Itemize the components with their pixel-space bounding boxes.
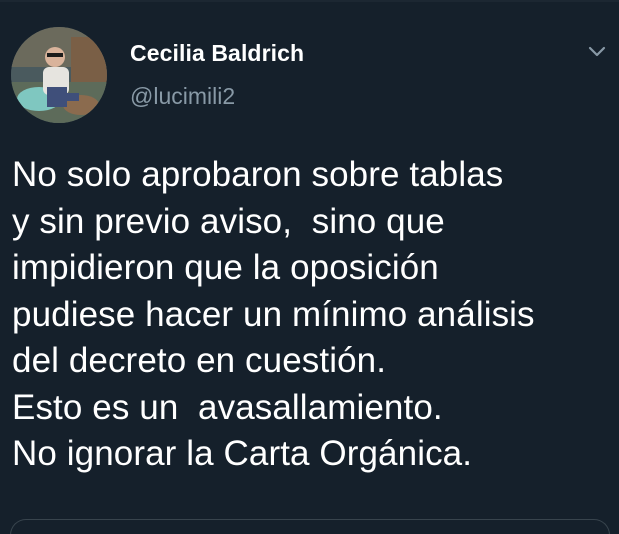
display-name[interactable]: Cecilia Baldrich (130, 40, 304, 67)
tweet-text-line: Esto es un avasallamiento. (12, 387, 443, 427)
tweet-text-line: impidieron que la oposición (12, 248, 439, 287)
tweet-text-line: del decreto en cuestión. (12, 341, 387, 380)
profile-photo-icon (11, 27, 107, 123)
tweet-card: Cecilia Baldrich @lucimili2 No solo apro… (0, 0, 619, 534)
user-handle[interactable]: @lucimili2 (130, 83, 235, 110)
tweet-text-line: No solo aprobaron sobre tablas (12, 155, 504, 194)
chevron-down-icon[interactable] (582, 40, 612, 64)
tweet-text: No solo aprobaron sobre tablas y sin pre… (12, 152, 612, 478)
tweet-text-line: pudiese hacer un mínimo análisis (12, 294, 535, 334)
top-divider (0, 0, 619, 2)
tweet-text-line: No ignorar la Carta Orgánica. (12, 434, 473, 473)
tweet-text-line: y sin previo aviso, sino que (12, 201, 445, 241)
avatar[interactable] (11, 27, 107, 123)
embedded-card-edge[interactable] (10, 519, 610, 534)
